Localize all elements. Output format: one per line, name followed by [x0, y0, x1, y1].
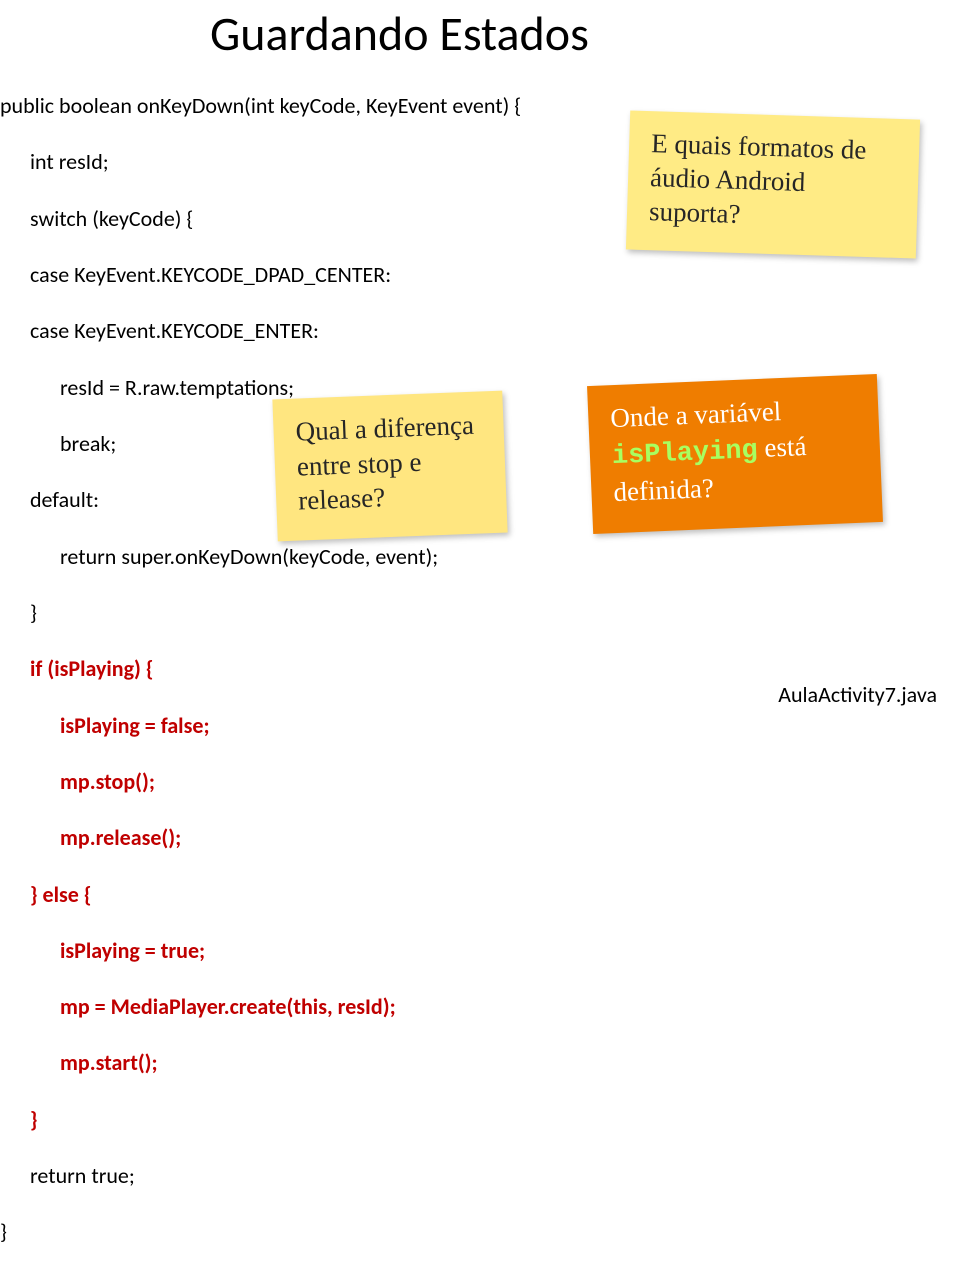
sticky-code-word: isPlaying — [611, 436, 758, 472]
code-line: mp.stop(); — [0, 768, 521, 796]
code-line: return super.onKeyDown(keyCode, event); — [0, 543, 521, 571]
code-line: public boolean onKeyDown(int keyCode, Ke… — [0, 92, 521, 120]
footer-filename: AulaActivity7.java — [778, 681, 937, 708]
code-line: mp = MediaPlayer.create(this, resId); — [0, 993, 521, 1021]
sticky-note-audio-formats: E quais formatos de áudio Android suport… — [626, 110, 920, 258]
code-line: switch (keyCode) { — [0, 205, 521, 233]
code-line: case KeyEvent.KEYCODE_DPAD_CENTER: — [0, 261, 521, 289]
code-line: mp.start(); — [0, 1049, 521, 1077]
code-line: int resId; — [0, 148, 521, 176]
code-line: } — [0, 599, 521, 627]
code-line: isPlaying = true; — [0, 937, 521, 965]
sticky-note-isplaying: Onde a variável isPlaying está definida? — [587, 374, 883, 534]
code-block: public boolean onKeyDown(int keyCode, Ke… — [0, 64, 521, 1275]
code-line: } — [0, 1218, 521, 1246]
code-line: case KeyEvent.KEYCODE_ENTER: — [0, 317, 521, 345]
slide-title: Guardando Estados — [210, 4, 589, 63]
code-line: return true; — [0, 1162, 521, 1190]
sticky-note-stop-release: Qual a diferença entre stop e release? — [272, 391, 507, 541]
code-line: if (isPlaying) { — [0, 655, 521, 683]
code-line: mp.release(); — [0, 824, 521, 852]
code-line: isPlaying = false; — [0, 712, 521, 740]
sticky-text: Onde a variável — [610, 396, 782, 433]
code-line: } — [0, 1106, 521, 1134]
code-line: } else { — [0, 881, 521, 909]
